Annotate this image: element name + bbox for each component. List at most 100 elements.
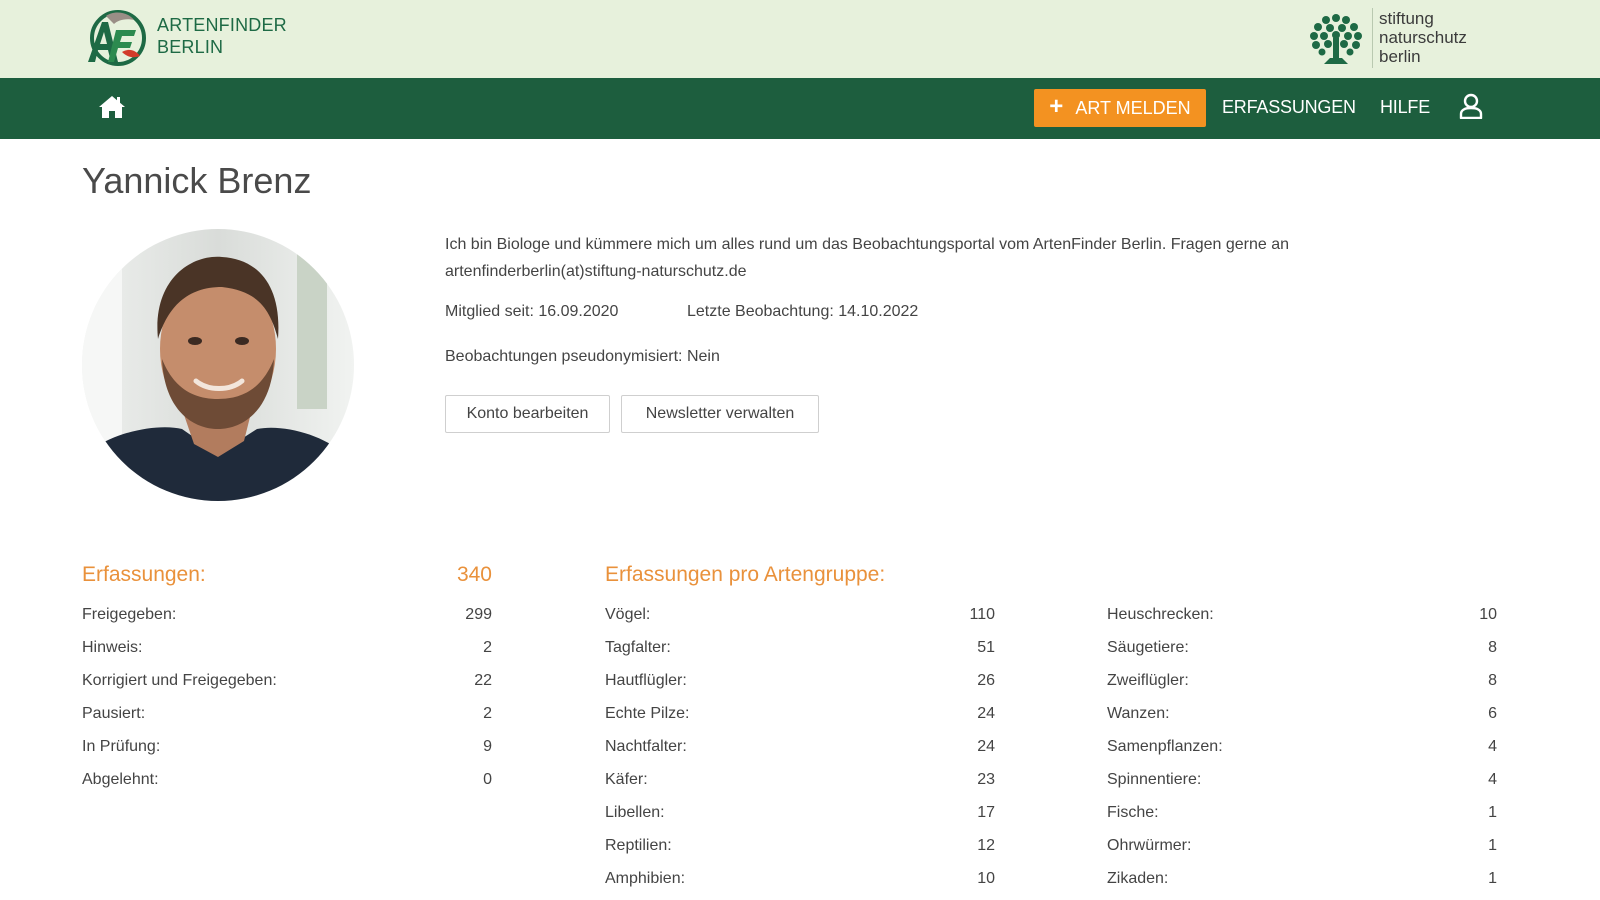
profile-name: Yannick Brenz — [82, 160, 312, 201]
erfassungen-title: Erfassungen: — [82, 563, 206, 586]
stat-label: Zweiflügler: — [1107, 671, 1189, 689]
stat-value: 299 — [465, 605, 492, 623]
nav-link-erfassungen[interactable]: ERFASSUNGEN — [1222, 97, 1356, 118]
stat-label: Ohrwürmer: — [1107, 836, 1192, 854]
stat-label: Abgelehnt: — [82, 770, 159, 788]
stat-row: Korrigiert und Freigegeben: 22 — [82, 664, 492, 697]
stat-row: Libellen: 17 — [605, 796, 995, 829]
stat-value: 4 — [1488, 737, 1497, 755]
stat-row: Käfer: 23 — [605, 763, 995, 796]
stat-row: Hinweis: 2 — [82, 631, 492, 664]
logo-divider — [1372, 8, 1373, 68]
stat-label: In Prüfung: — [82, 737, 161, 755]
stat-label: Vögel: — [605, 605, 651, 623]
brand-name-line2: BERLIN — [157, 37, 224, 57]
stat-value: 8 — [1488, 638, 1497, 656]
stat-value: 24 — [977, 704, 995, 722]
partner-name-line2: naturschutz — [1379, 28, 1467, 47]
stat-label: Pausiert: — [82, 704, 146, 722]
artenfinder-logo[interactable] — [84, 8, 146, 68]
stat-row: Vögel: 110 — [605, 598, 995, 631]
stat-value: 2 — [483, 704, 492, 722]
stat-row: Zikaden: 1 — [1107, 862, 1497, 895]
manage-newsletter-button[interactable]: Newsletter verwalten — [621, 395, 819, 433]
pseudonymized-status: Beobachtungen pseudonymisiert: Nein — [445, 348, 720, 365]
stat-value: 10 — [1479, 605, 1497, 623]
stat-row: Amphibien: 10 — [605, 862, 995, 895]
partner-name[interactable]: stiftung naturschutz berlin — [1379, 9, 1467, 66]
artengruppe-list-right: Heuschrecken: 10 Säugetiere: 8 Zweiflügler… — [1107, 598, 1497, 895]
stat-value: 8 — [1488, 671, 1497, 689]
stat-label: Korrigiert und Freigegeben: — [82, 671, 277, 689]
stat-label: Tagfalter: — [605, 638, 671, 656]
stat-row: Nachtfalter: 24 — [605, 730, 995, 763]
user-icon[interactable] — [1459, 93, 1483, 119]
status-stats-list: Freigegeben: 299 Hinweis: 2 Korrigiert und… — [82, 598, 492, 796]
partner-name-line3: berlin — [1379, 47, 1421, 66]
plus-icon: + — [1049, 93, 1064, 120]
stat-label: Zikaden: — [1107, 869, 1169, 887]
stat-value: 26 — [977, 671, 995, 689]
main-navbar — [0, 78, 1600, 139]
erfassungen-total: 340 — [456, 563, 492, 586]
stat-label: Reptilien: — [605, 836, 672, 854]
report-species-button[interactable]: + ART MELDEN — [1034, 89, 1206, 127]
brand-name-line1: ARTENFINDER — [157, 15, 287, 35]
stat-label: Säugetiere: — [1107, 638, 1189, 656]
profile-bio: Ich bin Biologe und kümmere mich um alle… — [445, 231, 1405, 285]
nav-link-hilfe[interactable]: HILFE — [1380, 97, 1430, 118]
stat-label: Spinnentiere: — [1107, 770, 1202, 788]
stat-value: 110 — [969, 605, 995, 623]
stat-row: Samenpflanzen: 4 — [1107, 730, 1497, 763]
partner-name-line1: stiftung — [1379, 9, 1434, 28]
edit-account-button[interactable]: Konto bearbeiten — [445, 395, 610, 433]
report-species-label: ART MELDEN — [1075, 97, 1191, 118]
stat-value: 23 — [977, 770, 995, 788]
stat-label: Nachtfalter: — [605, 737, 687, 755]
stat-label: Wanzen: — [1107, 704, 1170, 722]
stat-row: Reptilien: 12 — [605, 829, 995, 862]
stat-label: Hautflügler: — [605, 671, 687, 689]
stat-value: 1 — [1488, 869, 1497, 887]
last-observation: Letzte Beobachtung: 14.10.2022 — [687, 303, 919, 320]
stat-value: 24 — [977, 737, 995, 755]
stat-row: Pausiert: 2 — [82, 697, 492, 730]
stat-value: 1 — [1488, 803, 1497, 821]
stat-value: 12 — [977, 836, 995, 854]
stat-value: 0 — [483, 770, 492, 788]
brand-name[interactable]: ARTENFINDER BERLIN — [157, 14, 287, 58]
stat-label: Fische: — [1107, 803, 1159, 821]
stat-row: Säugetiere: 8 — [1107, 631, 1497, 664]
stat-value: 17 — [977, 803, 995, 821]
stat-label: Echte Pilze: — [605, 704, 690, 722]
stat-value: 10 — [977, 869, 995, 887]
profile-avatar — [82, 229, 354, 501]
stat-row: Heuschrecken: 10 — [1107, 598, 1497, 631]
profile-bio-line2: artenfinderberlin(at)stiftung-naturschut… — [445, 263, 747, 280]
stat-value: 6 — [1488, 704, 1497, 722]
stat-row: Hautflügler: 26 — [605, 664, 995, 697]
member-since: Mitglied seit: 16.09.2020 — [445, 303, 619, 320]
stat-row: Zweiflügler: 8 — [1107, 664, 1497, 697]
stat-label: Freigegeben: — [82, 605, 177, 623]
stat-value: 22 — [474, 671, 492, 689]
stat-label: Amphibien: — [605, 869, 686, 887]
stat-row: Ohrwürmer: 1 — [1107, 829, 1497, 862]
profile-bio-line1: Ich bin Biologe und kümmere mich um alle… — [445, 236, 1290, 253]
stat-row: In Prüfung: 9 — [82, 730, 492, 763]
stat-label: Käfer: — [605, 770, 648, 788]
stat-label: Libellen: — [605, 803, 665, 821]
stat-label: Hinweis: — [82, 638, 143, 656]
stat-row: Tagfalter: 51 — [605, 631, 995, 664]
stat-value: 9 — [483, 737, 492, 755]
stat-value: 2 — [483, 638, 492, 656]
stat-value: 1 — [1488, 836, 1497, 854]
stiftung-tree-logo[interactable] — [1306, 8, 1366, 70]
stat-label: Heuschrecken: — [1107, 605, 1214, 623]
stat-row: Fische: 1 — [1107, 796, 1497, 829]
artengruppe-title: Erfassungen pro Artengruppe: — [605, 563, 886, 586]
stat-row: Freigegeben: 299 — [82, 598, 492, 631]
stat-value: 51 — [977, 638, 995, 656]
stat-label: Samenpflanzen: — [1107, 737, 1223, 755]
home-icon[interactable] — [98, 95, 126, 119]
